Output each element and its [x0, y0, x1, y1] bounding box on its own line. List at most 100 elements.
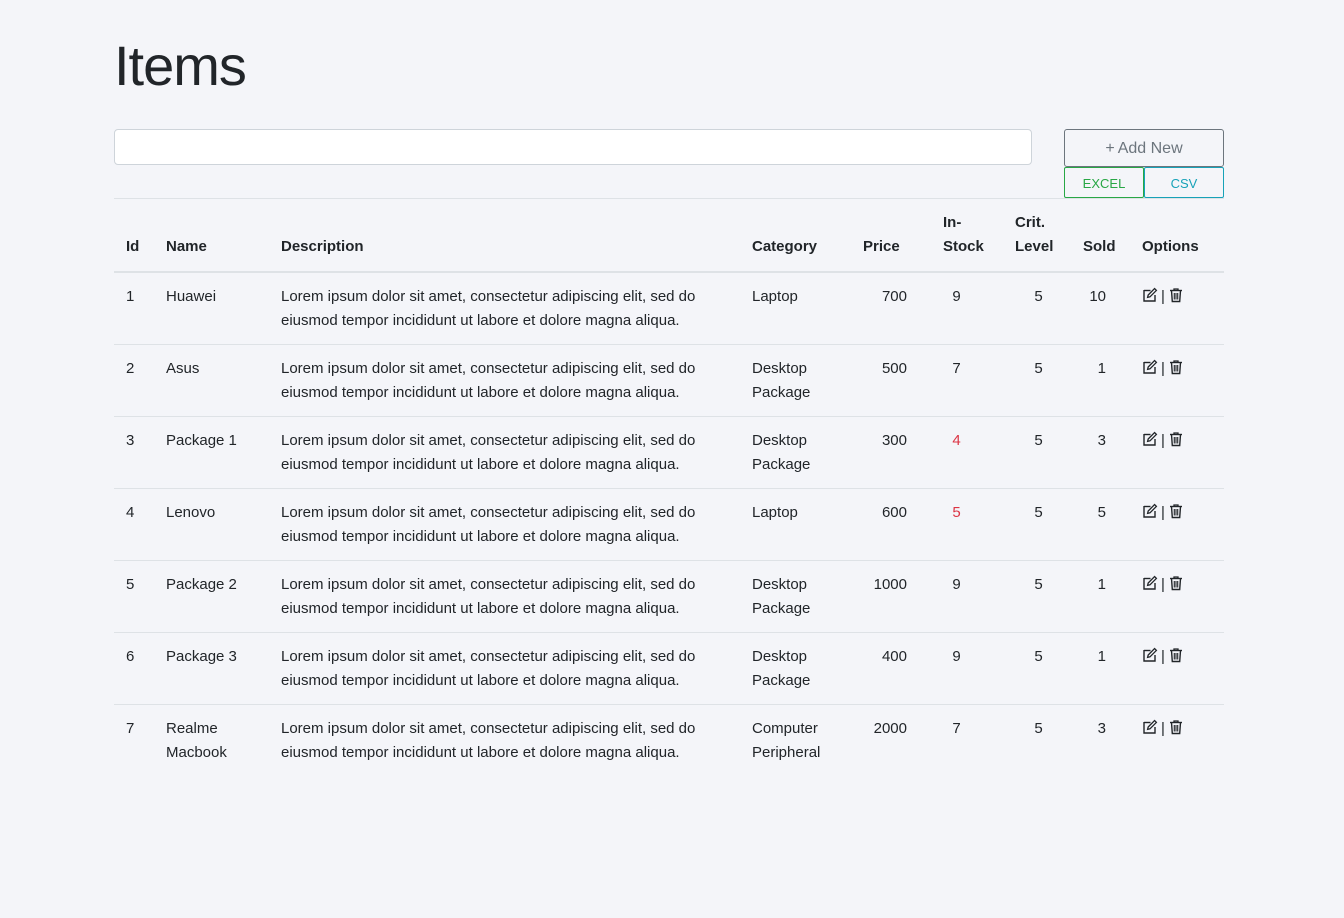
- cell-options: |: [1130, 560, 1224, 633]
- edit-icon[interactable]: [1142, 647, 1158, 663]
- cell-description: Lorem ipsum dolor sit amet, consectetur …: [269, 344, 740, 417]
- cell-sold: 5: [1071, 488, 1130, 561]
- cell-options: |: [1130, 488, 1224, 561]
- cell-description: Lorem ipsum dolor sit amet, consectetur …: [281, 288, 696, 329]
- options-separator: |: [1161, 504, 1165, 521]
- options-separator: |: [1161, 720, 1165, 737]
- cell-category: Computer Peripheral: [740, 704, 851, 776]
- table-row: 6 Package 3 Lorem ipsum dolor sit amet, co…: [114, 632, 1224, 705]
- cell-in-stock: 7: [919, 704, 994, 776]
- cell-price: 700: [881, 288, 907, 305]
- cell-sold: 3: [1071, 704, 1130, 776]
- cell-category: Desktop Package: [740, 560, 851, 633]
- cell-name: Lenovo: [154, 488, 269, 561]
- page-title: Items: [114, 34, 247, 97]
- cell-price: 500: [851, 344, 919, 417]
- add-new-label: Add New: [1117, 140, 1183, 157]
- cell-price: 400: [851, 632, 919, 705]
- cell-in-stock: 4: [919, 416, 994, 489]
- table-row: 7 Realme Macbook Lorem ipsum dolor sit ame…: [114, 704, 1224, 776]
- cell-sold: 3: [1071, 416, 1130, 489]
- cell-crit-level: 5: [994, 344, 1071, 417]
- cell-crit-level: 5: [994, 488, 1071, 561]
- cell-category: Laptop: [752, 288, 798, 305]
- table-row: 5 Package 2 Lorem ipsum dolor sit amet, co…: [114, 560, 1224, 633]
- cell-in-stock: 9: [919, 560, 994, 633]
- options-separator: |: [1161, 576, 1165, 593]
- cell-in-stock: 9: [952, 288, 961, 305]
- table-row: 2 Asus Lorem ipsum dolor sit amet, consect…: [114, 344, 1224, 417]
- trash-icon[interactable]: [1168, 503, 1184, 519]
- export-excel-button[interactable]: EXCEL: [1064, 167, 1144, 198]
- cell-name: Package 1: [154, 416, 269, 489]
- table-row: 3 Package 1 Lorem ipsum dolor sit amet, co…: [114, 416, 1224, 489]
- trash-icon[interactable]: [1168, 647, 1184, 663]
- cell-name: Huawei: [166, 288, 217, 305]
- cell-name: Package 3: [154, 632, 269, 705]
- cell-in-stock: 7: [919, 344, 994, 417]
- options-separator: |: [1161, 288, 1165, 305]
- edit-icon[interactable]: [1142, 503, 1158, 519]
- cell-description: Lorem ipsum dolor sit amet, consectetur …: [269, 632, 740, 705]
- header-options: Options: [1130, 198, 1224, 273]
- options-separator: |: [1161, 432, 1165, 449]
- cell-crit-level: 5: [994, 416, 1071, 489]
- cell-category: Desktop Package: [740, 632, 851, 705]
- table-row: 1 Huawei Lorem ipsum dolor sit amet, conse…: [114, 272, 1224, 345]
- edit-icon[interactable]: [1142, 287, 1158, 303]
- edit-icon[interactable]: [1142, 575, 1158, 591]
- header-description[interactable]: Description: [269, 198, 740, 273]
- trash-icon[interactable]: [1168, 359, 1184, 375]
- cell-in-stock: 9: [919, 632, 994, 705]
- cell-category: Desktop Package: [740, 416, 851, 489]
- cell-id: 7: [114, 704, 154, 776]
- add-new-button[interactable]: + Add New: [1064, 129, 1224, 167]
- cell-crit-level: 5: [994, 632, 1071, 705]
- cell-options: |: [1130, 416, 1224, 489]
- trash-icon[interactable]: [1168, 575, 1184, 591]
- cell-crit-level: 5: [994, 560, 1071, 633]
- cell-description: Lorem ipsum dolor sit amet, consectetur …: [269, 704, 740, 776]
- cell-options: |: [1130, 344, 1224, 417]
- header-category[interactable]: Category: [740, 198, 851, 273]
- table-body: 1 Huawei Lorem ipsum dolor sit amet, conse…: [114, 272, 1224, 776]
- options-separator: |: [1161, 648, 1165, 665]
- header-name[interactable]: Name: [154, 198, 269, 273]
- cell-sold: 1: [1071, 344, 1130, 417]
- cell-id: 3: [114, 416, 154, 489]
- options-separator: |: [1161, 360, 1165, 377]
- cell-category: Laptop: [740, 488, 851, 561]
- search-input[interactable]: [114, 129, 1032, 165]
- trash-icon[interactable]: [1168, 431, 1184, 447]
- items-table: Id Name Description Category Price In-St…: [114, 198, 1224, 776]
- table-row: 4 Lenovo Lorem ipsum dolor sit amet, conse…: [114, 488, 1224, 561]
- cell-id: 2: [114, 344, 154, 417]
- plus-icon: +: [1105, 140, 1115, 157]
- cell-options: |: [1130, 272, 1224, 345]
- trash-icon[interactable]: [1168, 719, 1184, 735]
- trash-icon[interactable]: [1168, 287, 1184, 303]
- cell-price: 2000: [851, 704, 919, 776]
- cell-category: Desktop Package: [740, 344, 851, 417]
- cell-sold: 1: [1071, 560, 1130, 633]
- header-in-stock[interactable]: In-Stock: [919, 198, 994, 273]
- cell-crit-level: 5: [1034, 288, 1043, 305]
- cell-options: |: [1130, 704, 1224, 776]
- cell-price: 600: [851, 488, 919, 561]
- cell-description: Lorem ipsum dolor sit amet, consectetur …: [269, 488, 740, 561]
- edit-icon[interactable]: [1142, 359, 1158, 375]
- cell-price: 300: [851, 416, 919, 489]
- header-crit-level[interactable]: Crit. Level: [994, 198, 1071, 273]
- header-price[interactable]: Price: [851, 198, 919, 273]
- cell-name: Asus: [154, 344, 269, 417]
- cell-price: 1000: [851, 560, 919, 633]
- export-csv-button[interactable]: CSV: [1144, 167, 1224, 198]
- cell-in-stock: 5: [919, 488, 994, 561]
- cell-id: 1: [126, 288, 135, 305]
- edit-icon[interactable]: [1142, 431, 1158, 447]
- edit-icon[interactable]: [1142, 719, 1158, 735]
- header-sold[interactable]: Sold: [1071, 198, 1130, 273]
- header-id[interactable]: Id: [114, 198, 154, 273]
- cell-description: Lorem ipsum dolor sit amet, consectetur …: [269, 416, 740, 489]
- cell-name: Realme Macbook: [154, 704, 269, 776]
